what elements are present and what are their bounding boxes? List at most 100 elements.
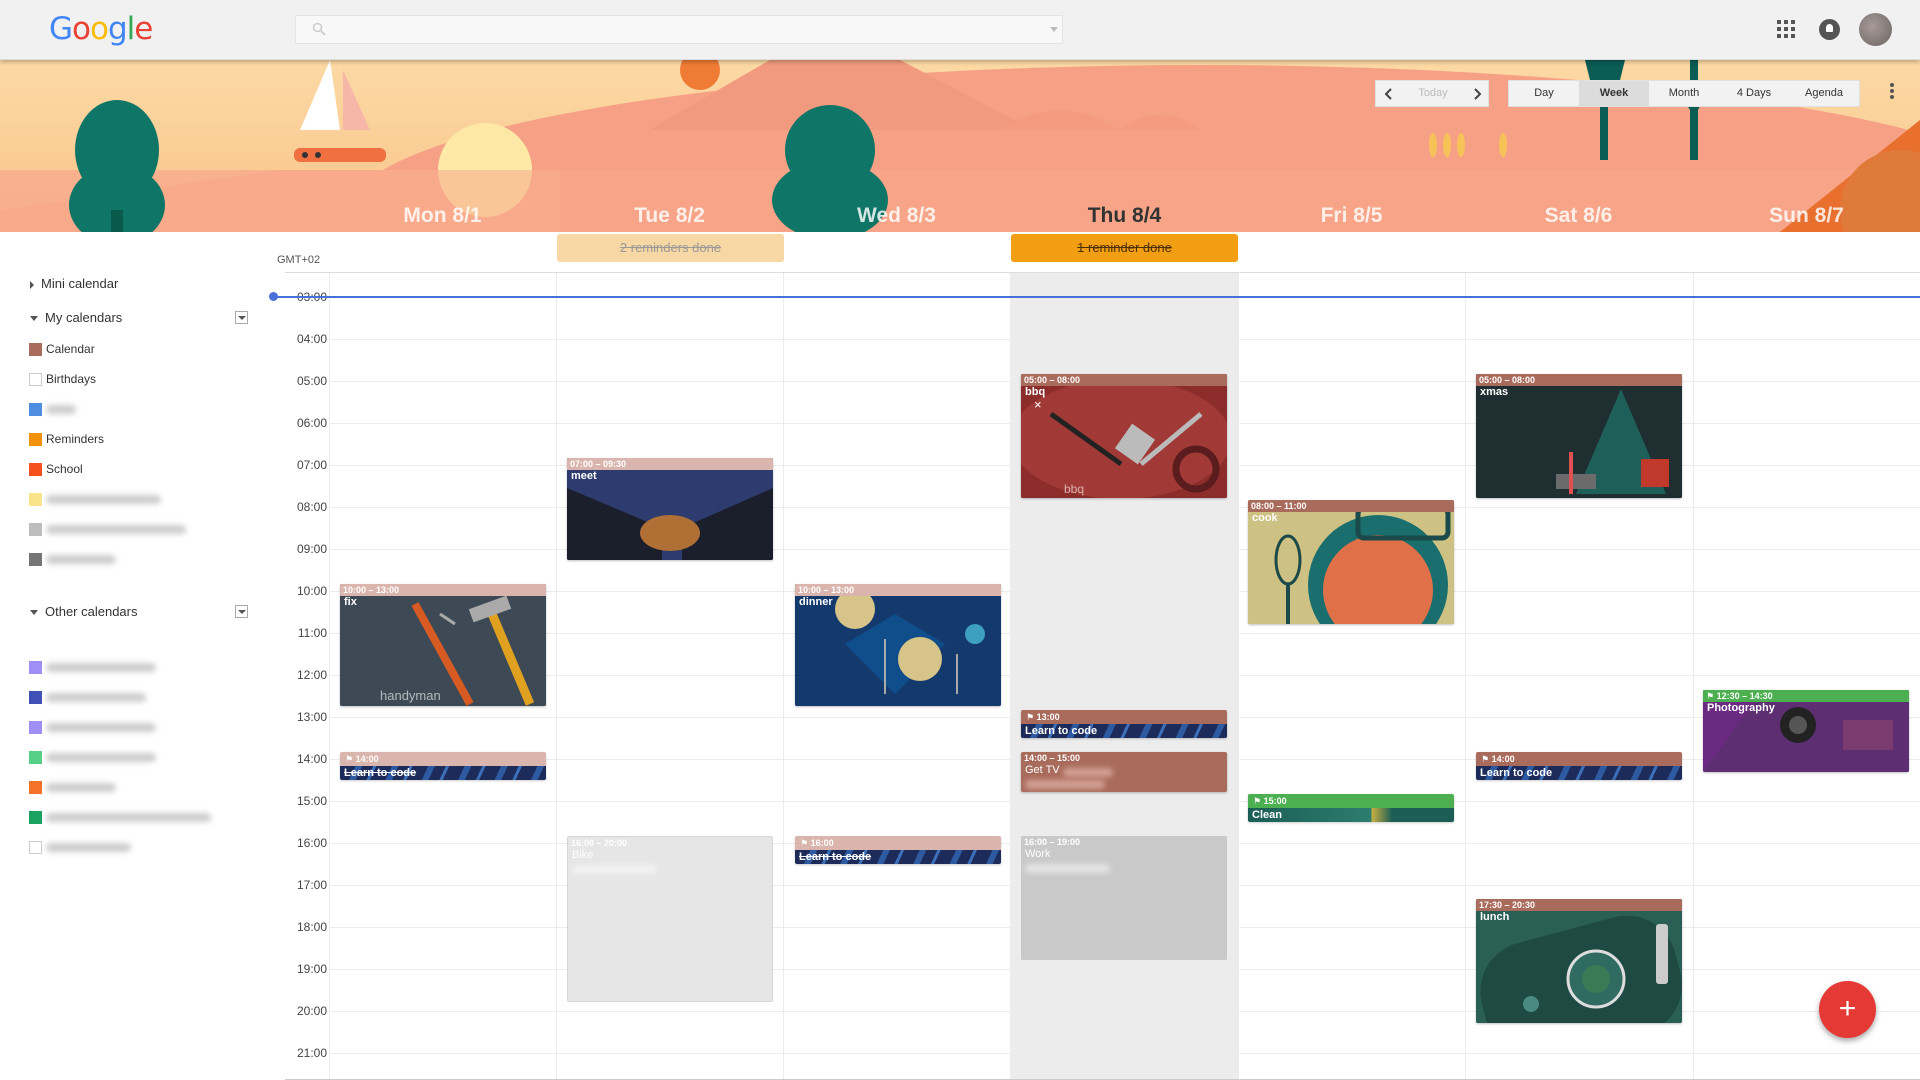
search-options-dropdown-icon[interactable] — [1050, 27, 1058, 32]
color-swatch[interactable] — [29, 463, 42, 476]
view-week-button[interactable]: Week — [1579, 81, 1649, 106]
color-swatch[interactable] — [29, 751, 42, 764]
day-header-mon[interactable]: Mon 8/1 — [329, 204, 556, 228]
event-time: 16:00 – 19:00 — [1024, 837, 1081, 847]
reminder-learn-to-code-thu[interactable]: ⚑ 13:00 Learn to code — [1021, 710, 1227, 738]
event-title: meet — [571, 470, 597, 482]
apps-grid-icon[interactable] — [1777, 20, 1795, 38]
hour-gridline — [330, 633, 1920, 634]
event-caption: bbq — [1064, 482, 1085, 496]
collapse-icon — [30, 610, 38, 616]
event-xmas[interactable]: 05:00 – 08:00 xmas — [1476, 374, 1682, 498]
reminder-time: 15:00 — [1263, 796, 1287, 806]
calendar-app: Google Today Day Week Month 4 Days Agend… — [0, 0, 1920, 1080]
event-time: 10:00 – 13:00 — [795, 584, 1001, 596]
event-bbq[interactable]: 05:00 – 08:00 bbq bbq × — [1021, 374, 1227, 498]
event-lunch[interactable]: 17:30 – 20:30 lunch — [1476, 899, 1682, 1023]
current-time-dot — [269, 292, 278, 301]
hour-label: 18:00 — [296, 920, 327, 934]
reminder-learn-to-code-mon[interactable]: ⚑ 14:00 Learn to code — [340, 752, 546, 780]
event-dinner[interactable]: 10:00 – 13:00 dinner — [795, 584, 1001, 706]
reminders-done-thu[interactable]: 1 reminder done — [1011, 234, 1238, 262]
notifications-icon[interactable] — [1819, 19, 1840, 40]
view-month-button[interactable]: Month — [1649, 81, 1719, 106]
event-title: lunch — [1480, 911, 1510, 923]
event-fix[interactable]: 10:00 – 13:00 fix handyman — [340, 584, 546, 706]
today-button[interactable]: Today — [1402, 81, 1464, 106]
reminder-title: Learn to code — [344, 767, 417, 779]
previous-week-button[interactable] — [1376, 81, 1402, 106]
color-swatch[interactable] — [29, 841, 42, 854]
color-swatch[interactable] — [29, 403, 42, 416]
view-4days-button[interactable]: 4 Days — [1719, 81, 1789, 106]
event-meet[interactable]: 07:00 – 09:30 meet — [567, 458, 773, 560]
hour-label: 12:00 — [296, 668, 327, 682]
chevron-left-icon — [1384, 88, 1392, 100]
calendar-name: Calendar — [46, 342, 95, 356]
event-tue-afternoon[interactable]: 16:00 – 20:00 Bike — [567, 836, 773, 1002]
mini-calendar-toggle[interactable]: Mini calendar — [30, 276, 118, 291]
color-swatch[interactable] — [29, 661, 42, 674]
mini-calendar-label: Mini calendar — [41, 276, 119, 291]
event-time: 05:00 – 08:00 — [1476, 374, 1682, 386]
top-bar: Google — [0, 0, 1920, 60]
event-time: 14:00 – 15:00 — [1024, 753, 1081, 763]
search-box[interactable] — [295, 15, 1063, 44]
color-swatch[interactable] — [29, 811, 42, 824]
other-calendars-menu-button[interactable] — [235, 605, 248, 618]
bbq-illustration — [1021, 374, 1227, 498]
color-swatch[interactable] — [29, 523, 42, 536]
timezone-label: GMT+02 — [277, 254, 321, 266]
color-swatch[interactable] — [29, 493, 42, 506]
google-logo[interactable]: Google — [49, 11, 153, 47]
account-avatar[interactable] — [1859, 13, 1892, 46]
reminder-time: 14:00 — [355, 754, 379, 764]
event-title: xmas — [1480, 386, 1509, 398]
flag-icon: ⚑ — [1481, 754, 1492, 764]
hour-gridline — [330, 1053, 1920, 1054]
color-swatch[interactable] — [29, 373, 42, 386]
hour-gridline — [330, 801, 1920, 802]
day-column-divider — [783, 273, 784, 1080]
next-week-button[interactable] — [1464, 81, 1490, 106]
view-day-button[interactable]: Day — [1509, 81, 1579, 106]
event-time: 07:00 – 09:30 — [567, 458, 773, 470]
event-cook[interactable]: 08:00 – 11:00 cook — [1248, 500, 1454, 624]
hour-label: 04:00 — [296, 332, 327, 346]
day-header-wed[interactable]: Wed 8/3 — [783, 204, 1010, 228]
hour-label: 11:00 — [297, 626, 327, 640]
day-header-sat[interactable]: Sat 8/6 — [1465, 204, 1692, 228]
current-time-line — [272, 296, 1920, 298]
day-header-fri[interactable]: Fri 8/5 — [1238, 204, 1465, 228]
event-title: dinner — [799, 596, 833, 608]
event-get-tv[interactable]: 14:00 – 15:00 Get TV — [1021, 752, 1227, 792]
day-header-sun[interactable]: Sun 8/7 — [1693, 204, 1920, 228]
event-title: fix — [344, 596, 357, 608]
color-swatch[interactable] — [29, 781, 42, 794]
day-header-tue[interactable]: Tue 8/2 — [556, 204, 783, 228]
flag-icon: ⚑ — [345, 754, 356, 764]
reminders-done-tue[interactable]: 2 reminders done — [557, 234, 784, 262]
reminder-learn-to-code-wed[interactable]: ⚑ 16:00 Learn to code — [795, 836, 1001, 864]
color-swatch[interactable] — [29, 433, 42, 446]
color-swatch[interactable] — [29, 721, 42, 734]
hour-label: 17:00 — [296, 878, 327, 892]
color-swatch[interactable] — [29, 553, 42, 566]
close-icon[interactable]: × — [1034, 397, 1042, 412]
event-work[interactable]: 16:00 – 19:00 Work — [1021, 836, 1227, 960]
my-calendars-toggle[interactable]: My calendars — [30, 310, 122, 325]
other-calendars-toggle[interactable]: Other calendars — [30, 604, 138, 619]
reminder-clean[interactable]: ⚑ 15:00 Clean — [1248, 794, 1454, 822]
event-photography[interactable]: ⚑ 12:30 – 14:30 Photography — [1703, 690, 1909, 772]
view-agenda-button[interactable]: Agenda — [1789, 81, 1859, 106]
more-options-icon[interactable] — [1890, 82, 1896, 104]
reminder-learn-to-code-sat[interactable]: ⚑ 14:00 Learn to code — [1476, 752, 1682, 780]
color-swatch[interactable] — [29, 343, 42, 356]
create-event-button[interactable]: + — [1819, 981, 1876, 1038]
view-switcher: Day Week Month 4 Days Agenda — [1508, 80, 1860, 107]
my-calendars-menu-button[interactable] — [235, 311, 248, 324]
reminder-time: 16:00 — [810, 838, 834, 848]
search-input[interactable] — [336, 21, 1016, 37]
color-swatch[interactable] — [29, 691, 42, 704]
day-header-thu[interactable]: Thu 8/4 — [1011, 204, 1238, 228]
